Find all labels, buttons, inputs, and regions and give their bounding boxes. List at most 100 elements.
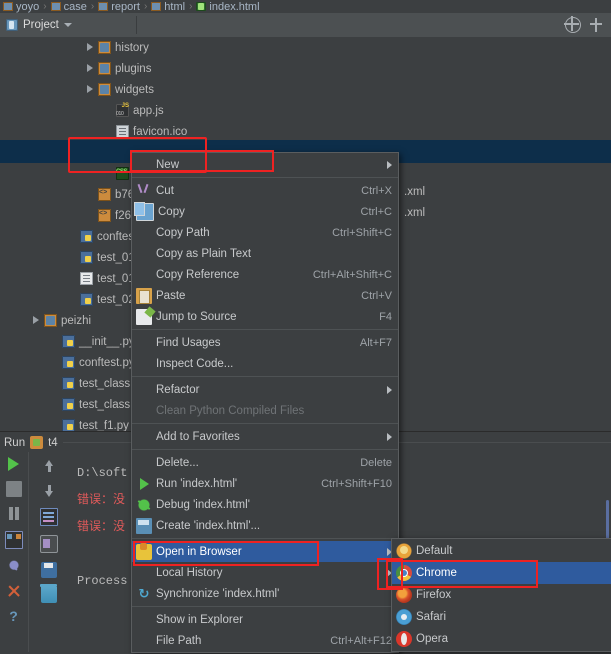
menu-item-jump-to-source[interactable]: Jump to Source F4 bbox=[132, 306, 398, 327]
run-config-name[interactable]: t4 bbox=[48, 437, 58, 449]
submenu-item-safari[interactable]: Safari bbox=[392, 606, 611, 628]
py-file-icon bbox=[62, 356, 75, 369]
folder-icon bbox=[98, 62, 111, 75]
menu-item-add-to-favorites[interactable]: Add to Favorites bbox=[132, 426, 398, 447]
submenu-item-label: Chrome bbox=[416, 567, 457, 579]
chevron-down-icon[interactable] bbox=[63, 23, 72, 27]
run-panel-title: Run bbox=[4, 436, 26, 449]
menu-item-copy-reference[interactable]: Copy Reference Ctrl+Alt+Shift+C bbox=[132, 264, 398, 285]
menu-item-label: Copy Path bbox=[156, 226, 210, 239]
menu-item-label: Cut bbox=[156, 184, 174, 197]
default-browser-icon bbox=[396, 543, 412, 559]
menu-item-cut[interactable]: Cut Ctrl+X bbox=[132, 180, 398, 201]
folder-icon bbox=[151, 2, 162, 11]
breadcrumb-item-report[interactable]: report bbox=[95, 1, 143, 13]
tree-row[interactable]: app.js bbox=[0, 100, 611, 121]
chevron-right-icon[interactable] bbox=[86, 43, 95, 52]
console-line: 错误：没 bbox=[77, 493, 126, 507]
menu-separator bbox=[132, 177, 398, 178]
menu-separator bbox=[132, 376, 398, 377]
py-file-icon bbox=[62, 335, 75, 348]
console-line: Process bbox=[77, 574, 128, 588]
breadcrumb-label: yoyo bbox=[16, 0, 40, 13]
menu-item-paste[interactable]: Paste Ctrl+V bbox=[132, 285, 398, 306]
menu-item-show-in-explorer[interactable]: Show in Explorer bbox=[132, 609, 398, 630]
tree-row[interactable]: plugins bbox=[0, 58, 611, 79]
chevron-right-icon[interactable] bbox=[86, 85, 95, 94]
breadcrumb-item-html[interactable]: html bbox=[148, 1, 188, 13]
menu-item-copy-path[interactable]: Copy Path Ctrl+Shift+C bbox=[132, 222, 398, 243]
menu-icon-placeholder bbox=[136, 382, 152, 398]
tree-row[interactable]: widgets bbox=[0, 79, 611, 100]
menu-item-run-index-html[interactable]: Run 'index.html' Ctrl+Shift+F10 bbox=[132, 473, 398, 494]
submenu-item-chrome[interactable]: Chrome bbox=[392, 562, 611, 584]
create-config-icon bbox=[136, 517, 152, 534]
tree-row-label: test_f1.py bbox=[79, 419, 129, 432]
project-tool-window-header: Project bbox=[0, 13, 611, 38]
breadcrumb-item-yoyo[interactable]: yoyo bbox=[0, 1, 42, 13]
menu-item-find-usages[interactable]: Find Usages Alt+F7 bbox=[132, 332, 398, 353]
breadcrumb[interactable]: yoyo › case › report › html › index.html bbox=[0, 0, 611, 14]
tree-row-label: __init__.py bbox=[79, 335, 135, 348]
tree-row-label: app.js bbox=[133, 104, 164, 117]
menu-item-debug-index-html[interactable]: Debug 'index.html' bbox=[132, 494, 398, 515]
xml-file-icon bbox=[98, 209, 111, 222]
hide-panel-icon[interactable] bbox=[589, 18, 603, 32]
chevron-right-icon[interactable] bbox=[86, 64, 95, 73]
trash-icon[interactable] bbox=[40, 584, 57, 603]
run-icon[interactable] bbox=[6, 456, 22, 472]
browser-icon bbox=[136, 542, 152, 560]
breadcrumb-item-index-html[interactable]: index.html bbox=[193, 1, 262, 13]
print-icon[interactable] bbox=[41, 562, 57, 578]
scroll-up-icon[interactable] bbox=[41, 458, 57, 474]
menu-item-local-history[interactable]: Local History bbox=[132, 562, 398, 583]
menu-item-label: Add to Favorites bbox=[156, 430, 240, 443]
menu-item-label: Synchronize 'index.html' bbox=[156, 587, 280, 600]
menu-item-open-in-browser[interactable]: Open in Browser bbox=[132, 541, 398, 562]
scroll-down-icon[interactable] bbox=[41, 483, 57, 499]
soft-wrap-icon[interactable] bbox=[40, 508, 58, 526]
tree-row[interactable]: favicon.ico bbox=[0, 121, 611, 142]
run-left-toolbar[interactable]: ? bbox=[0, 452, 27, 650]
chevron-right-icon[interactable] bbox=[32, 316, 41, 325]
menu-item-label: File Path bbox=[156, 634, 202, 647]
menu-item-delete[interactable]: Delete... Delete bbox=[132, 452, 398, 473]
menu-item-new[interactable]: New bbox=[132, 154, 398, 175]
menu-item-create-index-html[interactable]: Create 'index.html'... bbox=[132, 515, 398, 536]
tree-row[interactable]: history bbox=[0, 37, 611, 58]
menu-icon-placeholder bbox=[136, 267, 152, 283]
run-console-toolbar[interactable] bbox=[28, 452, 69, 652]
folder-icon bbox=[98, 2, 109, 11]
submenu-item-opera[interactable]: Opera bbox=[392, 628, 611, 650]
stop-icon[interactable] bbox=[5, 481, 22, 497]
use-console-icon[interactable] bbox=[40, 535, 58, 553]
menu-item-file-path[interactable]: File Path Ctrl+Alt+F12 bbox=[132, 630, 398, 651]
menu-item-copy-as-plain-text[interactable]: Copy as Plain Text bbox=[132, 243, 398, 264]
gear-icon[interactable] bbox=[564, 16, 581, 33]
breadcrumb-item-case[interactable]: case bbox=[48, 1, 90, 13]
menu-item-label: Copy Reference bbox=[156, 268, 240, 281]
menu-item-refactor[interactable]: Refactor bbox=[132, 379, 398, 400]
menu-icon-placeholder bbox=[136, 633, 152, 649]
menu-icon-placeholder bbox=[136, 565, 152, 581]
open-in-browser-submenu[interactable]: Default Chrome Firefox Safari Opera bbox=[391, 538, 611, 652]
console-icon[interactable] bbox=[4, 531, 23, 549]
console-line: D:\soft bbox=[77, 466, 128, 480]
pause-icon[interactable] bbox=[6, 506, 22, 522]
menu-item-shortcut: Ctrl+C bbox=[360, 205, 392, 218]
menu-item-synchronize-index-html[interactable]: ↻ Synchronize 'index.html' bbox=[132, 583, 398, 604]
submenu-item-default[interactable]: Default bbox=[392, 540, 611, 562]
menu-item-copy[interactable]: Copy Ctrl+C bbox=[132, 201, 398, 222]
close-icon[interactable] bbox=[6, 583, 22, 599]
menu-item-label: Debug 'index.html' bbox=[156, 498, 250, 511]
tree-xml-tail: .xml bbox=[404, 207, 426, 219]
context-menu[interactable]: New Cut Ctrl+X Copy Ctrl+C Copy Path Ctrl+Shif… bbox=[131, 152, 399, 653]
menu-icon-placeholder bbox=[136, 335, 152, 351]
submenu-item-firefox[interactable]: Firefox bbox=[392, 584, 611, 606]
help-icon[interactable]: ? bbox=[6, 608, 22, 624]
project-title-box[interactable]: Project bbox=[0, 19, 126, 31]
menu-item-label: Delete... bbox=[156, 456, 199, 469]
menu-item-inspect-code[interactable]: Inspect Code... bbox=[132, 353, 398, 374]
py-file-icon bbox=[62, 419, 75, 431]
pin-icon[interactable] bbox=[5, 558, 22, 574]
